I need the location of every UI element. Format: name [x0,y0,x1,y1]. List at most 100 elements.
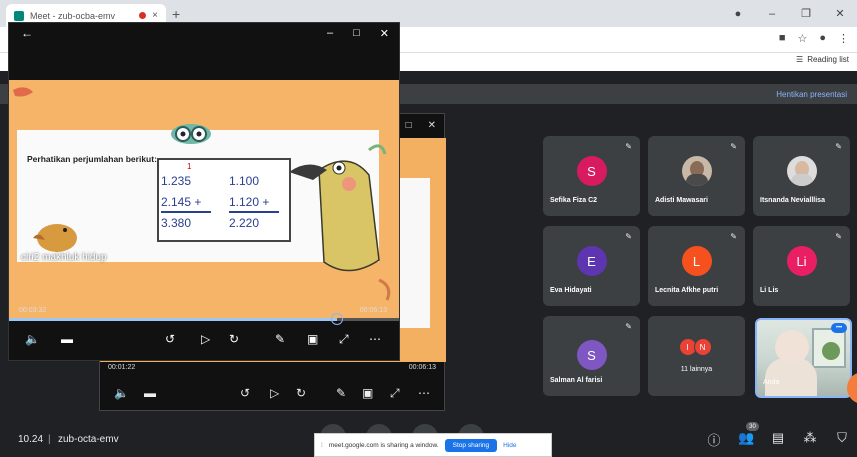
miniplayer-icon[interactable]: ▣ [362,386,373,400]
meet-favicon-icon [14,10,24,21]
fullscreen-icon[interactable]: ⤢ [390,386,400,401]
meeting-clock: 10.24 [18,434,44,445]
participant-tile[interactable]: ✎ S Sefika Fiza C2 [543,136,640,216]
more-icon[interactable]: ⋯ [418,386,430,400]
profile-icon[interactable]: ● [721,0,755,27]
avatar: S [576,156,607,186]
leaf-icon [378,278,391,301]
mic-off-icon: ✎ [730,232,737,241]
captions-icon[interactable]: ▬ [144,386,156,400]
self-video-tile[interactable]: ••• Anda [755,318,852,398]
minimize-button[interactable]: – [327,27,333,40]
time-elapsed: 00:03:32 [19,307,47,314]
volume-icon[interactable]: 🔈 [114,386,129,400]
participant-name: Li Lis [760,287,779,294]
camera-icon[interactable]: ■ [779,32,786,45]
people-icon[interactable]: 👥 [738,430,754,449]
participant-tile[interactable]: ✎ Itsnanda Nevialllisa [753,136,850,216]
owl-icon [171,124,211,144]
participant-name: Salman Al farisi [550,377,603,384]
avatar: Li [786,246,817,276]
seek-handle[interactable] [330,313,343,325]
more-options-icon[interactable]: ••• [831,323,847,333]
back-arrow-icon[interactable]: ← [21,26,33,40]
new-tab-button[interactable]: + [172,6,180,22]
captions-icon[interactable]: ▬ [61,332,73,346]
avatar: E [576,246,607,276]
addend-1: 1.235 [161,174,192,188]
maximize-button[interactable]: □ [353,27,360,40]
stop-sharing-button[interactable]: Stop sharing [444,438,498,452]
info-icon[interactable]: ⓘ [706,430,722,449]
participant-tile[interactable]: ✎ L Lecnita Afkhe putri [648,226,745,306]
chat-icon[interactable]: ▤ [770,430,786,449]
carry-digit: 1 [187,162,192,171]
tab-title: Meet - zub-ocba-emv [30,10,116,21]
close-window-button[interactable]: ✕ [823,0,857,27]
addend-3: 1.100 [229,174,260,188]
avatar [786,156,817,186]
forward-icon[interactable]: ↻ [296,386,306,400]
stop-presenting-button[interactable]: Hentikan presentasi [776,90,847,99]
mic-off-icon: ✎ [730,142,737,151]
rewind-icon[interactable]: ↺ [240,386,250,400]
avatar: N [693,338,712,356]
play-icon[interactable]: ▷ [201,332,210,346]
sum-line [229,211,279,213]
sum-2: 2.220 [229,216,260,230]
reading-list-icon: ☰ [796,55,804,64]
mic-off-icon: ✎ [625,142,632,151]
avatar: L [681,246,712,276]
pen-icon[interactable]: ✎ [275,332,285,346]
recording-dot-icon [139,12,147,19]
volume-icon[interactable]: 🔈 [25,332,40,346]
screen: Meet - zub-ocba-emv × + ● – ❐ ✕ ■ ☆ ● ⋮ … [0,0,857,457]
avatar [681,156,712,186]
pen-icon[interactable]: ✎ [336,386,346,400]
host-controls-icon[interactable]: ⛉ [834,430,850,449]
play-icon[interactable]: ▷ [270,386,279,400]
menu-kebab-icon[interactable]: ⋮ [838,32,849,45]
extensions-area: ■ ☆ ● ⋮ [779,32,849,45]
participant-name: Lecnita Afkhe putri [655,287,719,294]
close-button[interactable]: ✕ [380,27,389,40]
video-player-window[interactable]: ← – □ ✕ Perhatikan perjumlahan berikut: … [8,22,400,361]
player-controls: 🔈 ▬ ↺ ▷ ↻ ✎ ▣ ⤢ ⋯ [100,380,444,406]
mic-off-icon: ✎ [835,142,842,151]
sum-1: 3.380 [161,216,192,230]
bookmark-star-icon[interactable]: ☆ [797,32,807,45]
hide-button[interactable]: Hide [503,442,516,449]
miniplayer-icon[interactable]: ▣ [307,332,318,346]
participant-tile[interactable]: ✎ E Eva Hidayati [543,226,640,306]
participant-name: Itsnanda Nevialllisa [760,197,825,204]
participant-tile[interactable]: ✎ S Salman Al farisi [543,316,640,396]
fullscreen-icon[interactable]: ⤢ [339,332,349,347]
activities-icon[interactable]: ⁂ [802,430,818,449]
rewind-icon[interactable]: ↺ [165,332,175,346]
others-tile[interactable]: I N 11 lainnya [648,316,745,396]
forward-icon[interactable]: ↻ [229,332,239,346]
reading-list-label: Reading list [807,55,849,64]
separator: | [48,434,51,445]
mic-off-icon: ✎ [625,232,632,241]
slide-heading: Perhatikan perjumlahan berikut: [27,154,157,164]
close-button[interactable]: ✕ [428,120,436,131]
others-avatars: I N [678,338,712,356]
drag-handle-icon[interactable]: ⁞ [321,442,323,449]
others-count-label: 11 lainnya [680,366,713,373]
mic-off-icon: ✎ [835,232,842,241]
participant-tile[interactable]: ✎ Li Li Lis [753,226,850,306]
sum-line [161,211,211,213]
reading-list-button[interactable]: ☰ Reading list [796,55,849,64]
video-caption: ciri2 makhluk hidup [21,252,107,263]
maximize-button[interactable]: ❐ [789,0,823,27]
more-icon[interactable]: ⋯ [369,332,381,346]
participant-tile[interactable]: ✎ Adisti Mawasari [648,136,745,216]
minimize-button[interactable]: – [755,0,789,27]
seek-bar[interactable] [9,313,399,325]
tab-close-button[interactable]: × [152,10,158,21]
addend-4: 1.120 + [229,195,270,209]
participant-name: Sefika Fiza C2 [550,197,598,204]
maximize-button[interactable]: □ [406,120,412,131]
avatar-icon[interactable]: ● [819,32,826,45]
